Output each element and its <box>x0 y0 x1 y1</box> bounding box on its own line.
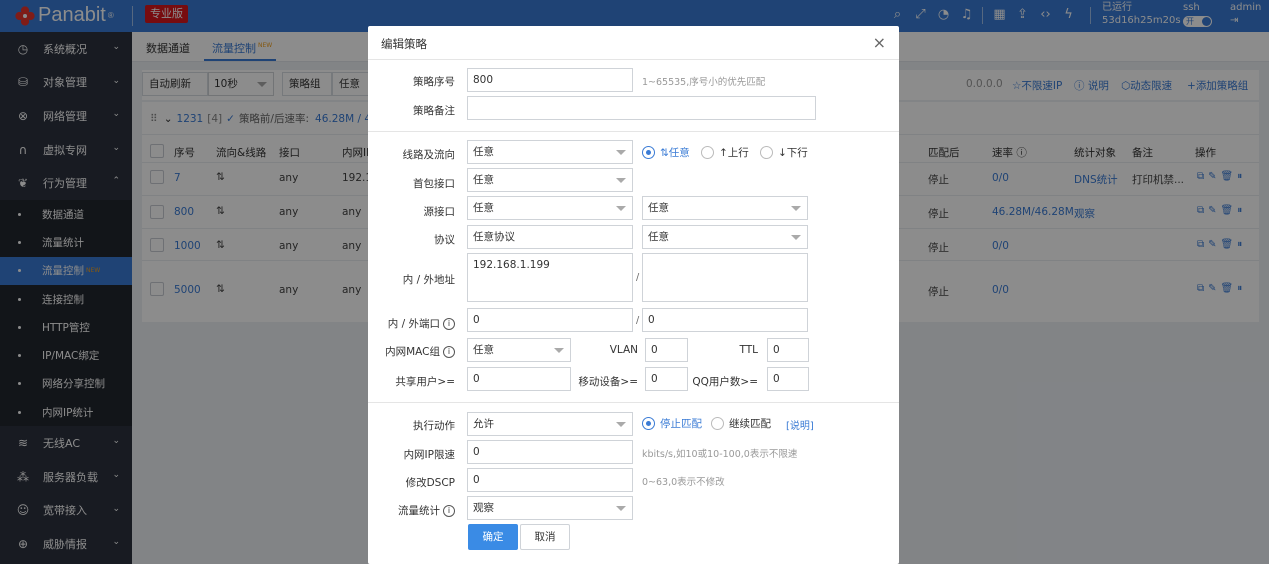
inner-port-input[interactable]: 0 <box>467 308 633 332</box>
protocol-label: 协议 <box>434 234 455 246</box>
divider <box>368 131 899 132</box>
radio-unselected <box>760 146 773 159</box>
direction-radio-up[interactable]: ↑上行 <box>701 145 749 160</box>
traffic-stat-label: 流量统计 <box>398 505 440 517</box>
info-icon[interactable]: i <box>443 505 455 517</box>
seq-hint: 1~65535,序号小的优先匹配 <box>642 77 766 88</box>
mac-group-label-row: 内网MAC组 i <box>305 344 455 359</box>
protocol-input[interactable]: 任意协议 <box>467 225 633 249</box>
dscp-input[interactable]: 0 <box>467 468 633 492</box>
ip-limit-input[interactable]: 0 <box>467 440 633 464</box>
port-label-row: 内 / 外端口 i <box>305 316 455 331</box>
note-label: 策略备注 <box>413 105 455 117</box>
qq-users-label: QQ用户数>= <box>692 376 758 388</box>
radio-unselected <box>711 417 724 430</box>
direction-any-label: ⇅任意 <box>660 147 690 159</box>
direction-down-label: ↓下行 <box>778 147 808 159</box>
mac-group-label: 内网MAC组 <box>385 346 440 358</box>
note-input[interactable] <box>467 96 816 120</box>
dscp-label: 修改DSCP <box>405 477 455 489</box>
outer-port-input[interactable]: 0 <box>642 308 808 332</box>
qq-users-input[interactable]: 0 <box>767 367 809 391</box>
match-radio-continue[interactable]: 继续匹配 <box>711 416 771 431</box>
radio-unselected <box>701 146 714 159</box>
action-label: 执行动作 <box>413 420 455 432</box>
traffic-stat-label-row: 流量统计 i <box>305 503 455 518</box>
ttl-input[interactable]: 0 <box>767 338 809 362</box>
action-select[interactable]: 允许 <box>467 412 633 436</box>
ttl-label: TTL <box>739 344 759 356</box>
continue-match-label: 继续匹配 <box>729 418 771 430</box>
info-icon[interactable]: i <box>443 318 455 330</box>
radio-selected <box>642 417 655 430</box>
radio-selected <box>642 146 655 159</box>
cancel-button[interactable]: 取消 <box>520 524 570 550</box>
direction-up-label: ↑上行 <box>719 147 749 159</box>
dst-iface-select[interactable]: 任意 <box>642 196 808 220</box>
dialog-title: 编辑策略 <box>381 37 427 51</box>
first-iface-select[interactable]: 任意 <box>467 168 633 192</box>
port-label: 内 / 外端口 <box>387 318 440 330</box>
close-icon[interactable]: × <box>873 33 886 52</box>
seq-input[interactable]: 800 <box>467 68 633 92</box>
src-iface-select[interactable]: 任意 <box>467 196 633 220</box>
divider <box>368 402 899 403</box>
confirm-button[interactable]: 确定 <box>468 524 518 550</box>
port-separator: / <box>636 315 640 326</box>
edit-policy-dialog: 编辑策略 × 策略序号 800 1~65535,序号小的优先匹配 策略备注 线路… <box>368 26 899 564</box>
inner-address-input[interactable]: 192.168.1.199 <box>467 253 633 302</box>
line-select[interactable]: 任意 <box>467 140 633 164</box>
ip-limit-label: 内网IP限速 <box>403 449 455 461</box>
address-label: 内 / 外地址 <box>402 274 455 286</box>
direction-radio-any[interactable]: ⇅任意 <box>642 145 690 160</box>
address-separator: / <box>636 272 640 283</box>
dscp-hint: 0~63,0表示不修改 <box>642 477 725 488</box>
first-iface-label: 首包接口 <box>413 178 455 190</box>
divider <box>368 59 899 60</box>
match-help-link[interactable]: [说明] <box>786 417 814 432</box>
outer-address-input[interactable] <box>642 253 808 302</box>
protocol-select[interactable]: 任意 <box>642 225 808 249</box>
match-radio-stop[interactable]: 停止匹配 <box>642 416 702 431</box>
seq-label: 策略序号 <box>413 76 455 88</box>
line-direction-label: 线路及流向 <box>402 149 456 161</box>
traffic-stat-select[interactable]: 观察 <box>467 496 633 520</box>
info-icon[interactable]: i <box>443 346 455 358</box>
shared-users-label: 共享用户>= <box>395 376 455 388</box>
direction-radio-down[interactable]: ↓下行 <box>760 145 808 160</box>
ip-limit-hint: kbits/s,如10或10-100,0表示不限速 <box>642 449 798 460</box>
stop-match-label: 停止匹配 <box>660 418 702 430</box>
src-iface-label: 源接口 <box>423 206 456 218</box>
